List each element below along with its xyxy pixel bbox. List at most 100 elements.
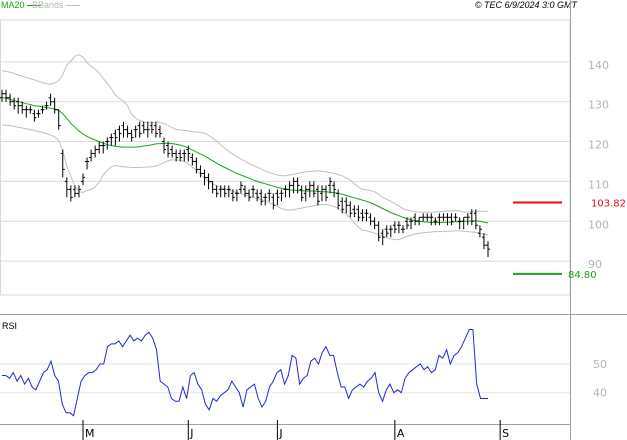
ohlc-bar xyxy=(380,229,385,246)
chart-canvas: 140130120110100905040M J J A S103.8284.80 xyxy=(0,0,627,440)
ohlc-bar xyxy=(145,121,150,138)
ohlc-bar xyxy=(52,97,57,114)
ohlc-bar xyxy=(449,213,454,226)
ohlc-bar xyxy=(437,213,442,226)
ohlc-bar xyxy=(44,101,49,110)
ma20-line xyxy=(1,97,489,224)
ohlc-bar xyxy=(24,105,29,118)
ohlc-bar xyxy=(348,201,353,218)
ohlc-bar xyxy=(222,185,227,198)
price-tick-label: 110 xyxy=(588,178,609,191)
resistance-label: 103.82 xyxy=(591,199,626,210)
ohlc-bar xyxy=(251,185,256,198)
ohlc-bar xyxy=(109,133,114,146)
price-tick-label: 140 xyxy=(588,59,609,72)
ohlc-bar xyxy=(295,177,300,194)
ohlc-bar xyxy=(28,105,33,114)
ohlc-bar xyxy=(356,205,361,222)
ohlc-bar xyxy=(186,145,191,162)
rsi-tick-label: 40 xyxy=(593,387,607,400)
ohlc-bar xyxy=(319,185,324,202)
ohlc-bar xyxy=(20,101,25,114)
ohlc-bar xyxy=(360,209,365,222)
ohlc-bar xyxy=(129,129,134,142)
ohlc-bar xyxy=(457,217,462,230)
ohlc-bar xyxy=(166,141,171,158)
ohlc-bar xyxy=(234,189,239,202)
ohlc-bar xyxy=(372,217,377,230)
support-label: 84.80 xyxy=(568,270,597,281)
ohlc-bar xyxy=(287,181,292,198)
ohlc-bar xyxy=(89,149,94,162)
ohlc-bar xyxy=(137,121,142,138)
ohlc-bar xyxy=(332,181,337,198)
ohlc-bar xyxy=(477,225,482,238)
rsi-tick-label: 50 xyxy=(593,358,607,371)
ohlc-bar xyxy=(267,189,272,202)
ohlc-bar xyxy=(12,97,17,110)
price-tick-label: 130 xyxy=(588,99,609,112)
ohlc-bar xyxy=(461,216,466,230)
ohlc-bar xyxy=(453,213,458,222)
ohlc-bar xyxy=(214,185,219,198)
ohlc-bar xyxy=(324,185,328,202)
ohlc-bar xyxy=(400,225,405,234)
ohlc-bar xyxy=(149,121,154,134)
ohlc-bar xyxy=(396,221,401,234)
ohlc-bar xyxy=(271,193,276,210)
x-tick-label: J xyxy=(189,427,193,440)
ohlc-bar xyxy=(141,121,146,134)
ohlc-bar xyxy=(117,125,122,142)
ohlc-bar xyxy=(344,197,349,214)
ohlc-bar xyxy=(56,109,61,130)
ohlc-bar xyxy=(97,141,102,154)
ohlc-bar xyxy=(4,89,9,102)
ohlc-bar xyxy=(93,145,98,158)
ohlc-bar xyxy=(303,185,308,202)
ohlc-bar xyxy=(226,185,231,198)
ohlc-bar xyxy=(352,205,357,218)
x-tick-label: J xyxy=(278,427,282,440)
ohlc-bar xyxy=(16,97,21,114)
ohlc-bar xyxy=(340,197,345,214)
ohlc-bar xyxy=(105,137,110,150)
x-tick-label: A xyxy=(397,427,405,440)
x-tick-label: M xyxy=(85,427,95,440)
ohlc-bar xyxy=(473,209,478,230)
ohlc-bar xyxy=(133,125,138,138)
ohlc-bar xyxy=(392,221,397,234)
ohlc-bar xyxy=(307,181,312,198)
ohlc-bar xyxy=(255,189,260,202)
ohlc-bar xyxy=(421,213,426,222)
ohlc-bar xyxy=(259,189,264,206)
ohlc-bar xyxy=(279,189,284,202)
ohlc-bar xyxy=(315,185,320,206)
ohlc-bar xyxy=(429,213,434,226)
ohlc-bar xyxy=(60,149,65,178)
ohlc-bar xyxy=(441,213,446,222)
price-tick-label: 100 xyxy=(588,218,609,231)
x-tick-label: S xyxy=(502,427,509,440)
ohlc-bar xyxy=(481,233,486,250)
price-tick-label: 120 xyxy=(588,139,609,152)
ohlc-bar xyxy=(384,225,389,238)
ohlc-bar xyxy=(311,181,316,198)
ohlc-bar xyxy=(238,181,243,194)
rsi-line xyxy=(2,329,488,417)
ohlc-bar xyxy=(283,185,288,198)
ohlc-bar xyxy=(364,209,369,222)
ohlc-bar xyxy=(32,109,37,122)
ohlc-bar xyxy=(388,225,393,238)
ohlc-bar xyxy=(336,189,341,210)
ohlc-bar xyxy=(153,121,158,138)
ohlc-bar xyxy=(125,125,130,138)
ohlc-bar xyxy=(368,213,373,226)
ohlc-bar xyxy=(486,241,490,258)
ohlc-bar xyxy=(182,149,187,162)
ohlc-bar xyxy=(36,109,41,118)
ohlc-bar xyxy=(190,153,195,166)
ohlc-bar xyxy=(121,121,126,138)
ohlc-bar xyxy=(328,177,333,194)
ohlc-bar xyxy=(68,185,73,202)
ohlc-bar xyxy=(85,157,90,170)
